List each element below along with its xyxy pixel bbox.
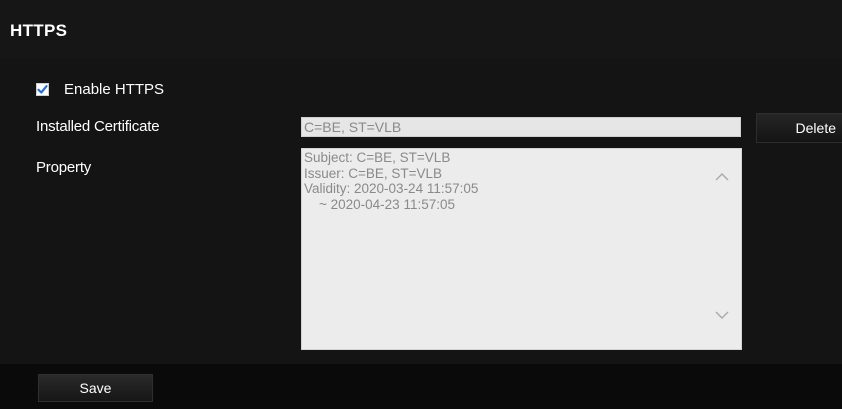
installed-certificate-label: Installed Certificate (36, 118, 160, 135)
enable-https-label: Enable HTTPS (64, 80, 165, 98)
installed-certificate-field[interactable] (301, 117, 741, 137)
page-title: HTTPS (10, 21, 68, 40)
property-line-validity-end: ~ 2020-04-23 11:57:05 (304, 196, 455, 212)
chevron-down-icon[interactable] (713, 307, 731, 323)
property-textarea[interactable]: Subject: C=BE, ST=VLB Issuer: C=BE, ST=V… (301, 148, 742, 350)
property-line-issuer: Issuer: C=BE, ST=VLB (304, 165, 443, 181)
delete-button[interactable]: Delete (756, 113, 842, 143)
chevron-up-icon[interactable] (713, 169, 731, 185)
property-label: Property (36, 159, 92, 176)
enable-https-checkbox[interactable] (36, 82, 49, 96)
property-line-validity: Validity: 2020-03-24 11:57:05 (304, 181, 479, 196)
property-text: Subject: C=BE, ST=VLB Issuer: C=BE, ST=V… (304, 150, 714, 212)
property-line-subject: Subject: C=BE, ST=VLB (304, 150, 451, 165)
enable-https-toggle[interactable]: Enable HTTPS (36, 79, 164, 99)
checkmark-icon (37, 84, 48, 94)
save-button[interactable]: Save (38, 374, 153, 402)
header-band (0, 0, 842, 58)
https-settings-page: HTTPS Enable HTTPS Installed Certificate… (0, 0, 842, 409)
